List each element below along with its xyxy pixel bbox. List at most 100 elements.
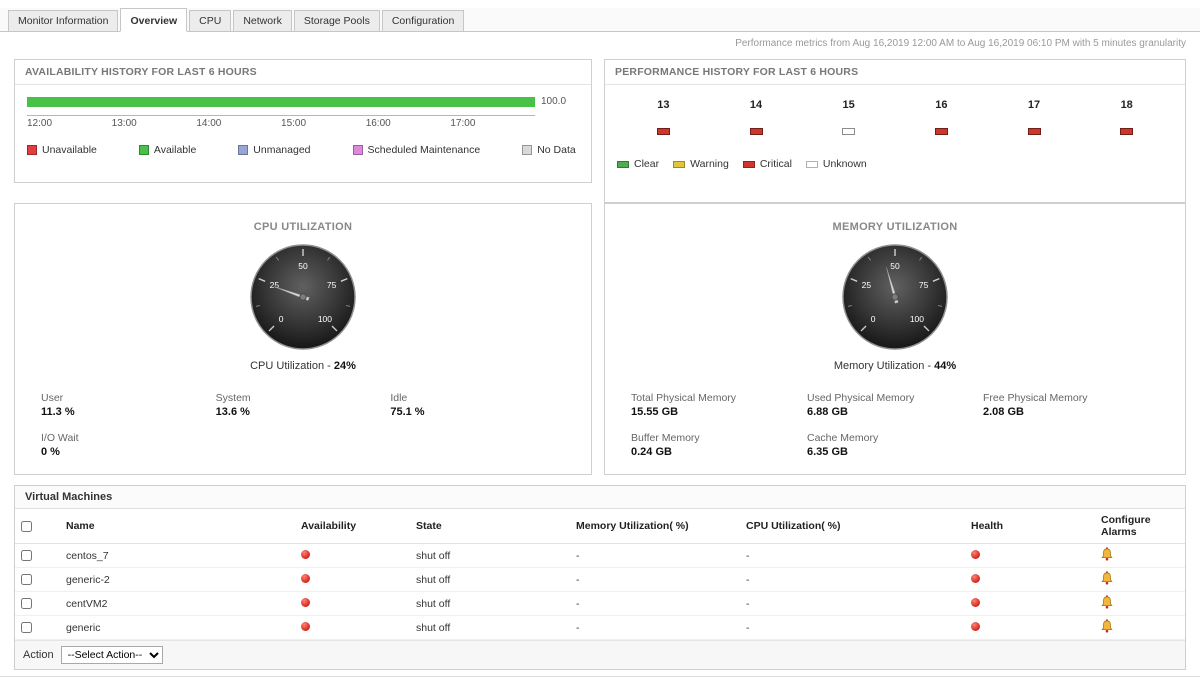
tab-cpu[interactable]: CPU xyxy=(189,10,231,32)
vm-cpu-utilization: - xyxy=(740,616,965,640)
stat-label: Used Physical Memory xyxy=(807,392,983,404)
health-status-dot xyxy=(971,598,980,607)
health-cell xyxy=(965,592,1095,616)
svg-text:0: 0 xyxy=(871,314,876,324)
vm-name[interactable]: generic xyxy=(60,616,295,640)
top-row: AVAILABILITY HISTORY FOR LAST 6 HOURS 10… xyxy=(14,59,1186,203)
performance-hour-column: 17 xyxy=(988,99,1081,135)
select-all-checkbox[interactable] xyxy=(21,521,32,532)
availability-x-axis: 12:0013:0014:0015:0016:0017:00 xyxy=(27,118,535,129)
column-header: Availability xyxy=(295,509,410,544)
legend-label: Warning xyxy=(690,158,729,170)
stat-label: Free Physical Memory xyxy=(983,392,1159,404)
stat-cell: Buffer Memory0.24 GB xyxy=(631,432,807,458)
virtual-machines-panel: Virtual Machines NameAvailabilityStateMe… xyxy=(14,485,1186,670)
availability-status-dot xyxy=(301,598,310,607)
vm-table-body: centos_7shut off-- generic-2shut off-- c… xyxy=(15,544,1185,640)
vm-action-bar: Action --Select Action-- xyxy=(15,640,1185,669)
vm-table: NameAvailabilityStateMemory Utilization(… xyxy=(15,509,1185,640)
configure-alarms-icon[interactable] xyxy=(1101,547,1113,561)
row-checkbox[interactable] xyxy=(21,598,32,609)
stat-value: 0.24 GB xyxy=(631,446,807,458)
vm-name[interactable]: centVM2 xyxy=(60,592,295,616)
performance-hour-column: 18 xyxy=(1080,99,1173,135)
configure-alarms-icon[interactable] xyxy=(1101,571,1113,585)
vm-name[interactable]: centos_7 xyxy=(60,544,295,568)
legend-label: No Data xyxy=(537,144,576,156)
stat-value: 6.35 GB xyxy=(807,446,983,458)
select-all-cell xyxy=(15,509,60,544)
page: Monitor InformationOverviewCPUNetworkSto… xyxy=(0,0,1200,656)
tab-monitor-information[interactable]: Monitor Information xyxy=(8,10,118,32)
stat-label: System xyxy=(216,392,391,404)
health-status-dot xyxy=(971,622,980,631)
health-status-dot xyxy=(971,574,980,583)
availability-cell xyxy=(295,616,410,640)
table-row: centVM2shut off-- xyxy=(15,592,1185,616)
availability-cell xyxy=(295,544,410,568)
configure-alarms-cell xyxy=(1095,592,1185,616)
vm-memory-utilization: - xyxy=(570,616,740,640)
column-header: State xyxy=(410,509,570,544)
row-checkbox-cell xyxy=(15,568,60,592)
status-square-critical[interactable] xyxy=(935,128,948,135)
x-tick: 12:00 xyxy=(27,118,112,129)
configure-alarms-cell xyxy=(1095,616,1185,640)
hour-label: 16 xyxy=(895,99,988,111)
tab-bar: Monitor InformationOverviewCPUNetworkSto… xyxy=(0,8,1200,32)
status-square-critical[interactable] xyxy=(750,128,763,135)
row-checkbox[interactable] xyxy=(21,574,32,585)
vm-name[interactable]: generic-2 xyxy=(60,568,295,592)
svg-text:100: 100 xyxy=(910,314,924,324)
vm-panel-title: Virtual Machines xyxy=(15,486,1185,509)
availability-title: AVAILABILITY HISTORY FOR LAST 6 HOURS xyxy=(15,60,591,85)
table-row: generic-2shut off-- xyxy=(15,568,1185,592)
status-square-critical[interactable] xyxy=(1028,128,1041,135)
stat-label: Cache Memory xyxy=(807,432,983,444)
stat-cell: Used Physical Memory6.88 GB xyxy=(807,392,983,418)
legend-label: Available xyxy=(154,144,196,156)
stat-label: Idle xyxy=(390,392,565,404)
svg-text:25: 25 xyxy=(270,280,280,290)
performance-hour-column: 13 xyxy=(617,99,710,135)
performance-hours: 131415161718 xyxy=(605,85,1185,135)
status-square-critical[interactable] xyxy=(1120,128,1133,135)
column-header: Name xyxy=(60,509,295,544)
legend-swatch xyxy=(353,145,363,155)
legend-label: Clear xyxy=(634,158,659,170)
x-tick: 14:00 xyxy=(196,118,281,129)
tab-configuration[interactable]: Configuration xyxy=(382,10,464,32)
stat-cell: Total Physical Memory15.55 GB xyxy=(631,392,807,418)
x-tick: 17:00 xyxy=(450,118,535,129)
performance-title: PERFORMANCE HISTORY FOR LAST 6 HOURS xyxy=(605,60,1185,85)
table-row: centos_7shut off-- xyxy=(15,544,1185,568)
row-checkbox[interactable] xyxy=(21,622,32,633)
hour-label: 18 xyxy=(1080,99,1173,111)
availability-bar-value: 100.0 xyxy=(541,96,566,107)
tab-overview[interactable]: Overview xyxy=(120,8,187,32)
row-checkbox[interactable] xyxy=(21,550,32,561)
hour-label: 15 xyxy=(802,99,895,111)
performance-hour-column: 14 xyxy=(710,99,803,135)
availability-cell xyxy=(295,568,410,592)
memory-panel-title: MEMORY UTILIZATION xyxy=(605,221,1185,233)
performance-legend: ClearWarningCriticalUnknown xyxy=(605,158,1185,170)
status-square-critical[interactable] xyxy=(657,128,670,135)
stat-cell: Idle75.1 % xyxy=(390,392,565,418)
legend-swatch xyxy=(522,145,532,155)
svg-text:75: 75 xyxy=(327,280,337,290)
tab-storage-pools[interactable]: Storage Pools xyxy=(294,10,380,32)
tab-network[interactable]: Network xyxy=(233,10,292,32)
legend-swatch xyxy=(27,145,37,155)
configure-alarms-icon[interactable] xyxy=(1101,619,1113,633)
configure-alarms-icon[interactable] xyxy=(1101,595,1113,609)
x-axis-line xyxy=(27,115,535,116)
legend-swatch xyxy=(617,161,629,168)
legend-label: Unknown xyxy=(823,158,867,170)
status-square-unknown[interactable] xyxy=(842,128,855,135)
vm-cpu-utilization: - xyxy=(740,568,965,592)
availability-bar xyxy=(27,97,535,107)
legend-label: Unmanaged xyxy=(253,144,310,156)
action-select[interactable]: --Select Action-- xyxy=(61,646,163,664)
legend-item: Scheduled Maintenance xyxy=(353,144,481,156)
